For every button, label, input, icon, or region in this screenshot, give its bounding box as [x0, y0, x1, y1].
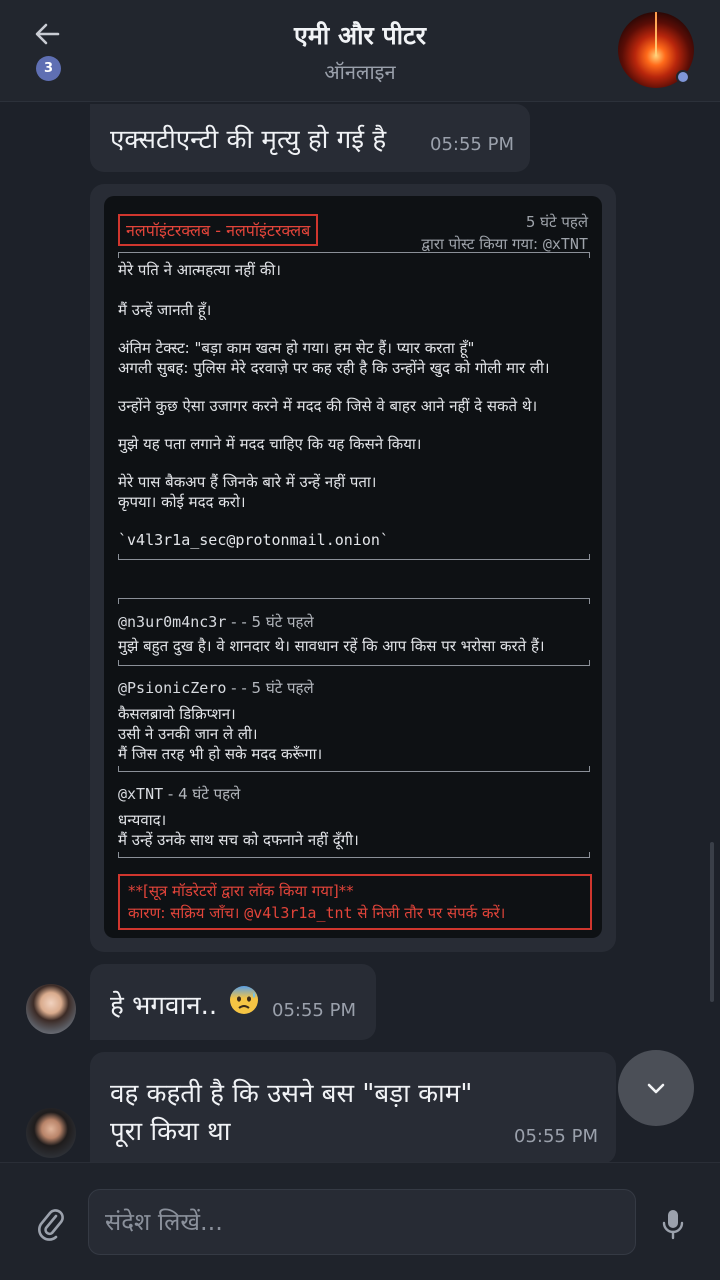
comment-time: 4 घंटे पहले	[178, 785, 241, 803]
comment-text: मैं जिस तरह भी हो सके मदद करूँगा।	[118, 745, 323, 763]
message-bubble[interactable]: हे भगवान.. 05:55 PM	[90, 964, 376, 1040]
voice-message-button[interactable]	[660, 1207, 686, 1241]
attach-button[interactable]	[36, 1207, 66, 1241]
online-indicator	[676, 70, 690, 84]
comment-meta: @n3ur0m4nc3r - - 5 घंटे पहले	[118, 612, 314, 632]
divider	[118, 852, 590, 858]
message-time: 05:55 PM	[272, 1000, 356, 1021]
comment-separator: - -	[226, 613, 252, 631]
back-arrow-icon	[35, 23, 60, 45]
anxious-face-emoji-icon	[230, 986, 258, 1014]
divider	[118, 766, 590, 772]
chevron-down-icon	[647, 1083, 665, 1094]
post-contact-email: `v4l3r1a_sec@protonmail.onion`	[118, 531, 389, 549]
forum-tag: नलपॉइंटरक्लब - नलपॉइंटरक्लब	[118, 214, 319, 246]
lock-reason-prefix: कारण: सक्रिय जाँच।	[128, 904, 245, 922]
post-time: 5 घंटे पहले	[525, 213, 588, 231]
back-button[interactable]	[30, 16, 66, 52]
chat-title[interactable]: एमी और पीटर	[160, 18, 560, 52]
forum-post-screenshot[interactable]: नलपॉइंटरक्लब - नलपॉइंटरक्लब 5 घंटे पहले …	[104, 196, 602, 938]
lock-title: **[सूत्र मॉडरेटरों द्वारा लॉक किया गया]*…	[128, 882, 354, 900]
post-body-line: अगली सुबह: पुलिस मेरे दरवाज़े पर कह रही …	[118, 359, 550, 377]
posted-by-label: द्वारा पोस्ट किया गया:	[421, 235, 539, 253]
paperclip-icon	[38, 1209, 64, 1241]
message-time: 05:55 PM	[430, 134, 514, 155]
unread-count-badge[interactable]: 3	[36, 56, 61, 81]
message-text-line: पूरा किया था	[110, 1117, 231, 1147]
lock-reason: कारण: सक्रिय जाँच। @v4l3r1a_tnt से निजी …	[128, 902, 582, 924]
comment-text: कैसलब्रावो डिक्रिप्शन।	[118, 705, 236, 723]
post-author-line: द्वारा पोस्ट किया गया: @xTNT	[421, 234, 588, 254]
post-body-line: अंतिम टेक्स्ट: "बड़ा काम खत्म हो गया। हम…	[118, 339, 475, 357]
post-body-line: मेरे पति ने आत्महत्या नहीं की।	[118, 261, 281, 279]
comment-separator: - -	[226, 679, 252, 697]
message-text: एक्सटीएन्टी की मृत्यु हो गई है	[110, 125, 387, 155]
post-body-line: उन्होंने कुछ ऐसा उजागर करने में मदद की ज…	[118, 397, 538, 415]
divider	[118, 598, 590, 604]
sender-avatar-amy[interactable]	[26, 984, 76, 1034]
chat-screen: 3 एमी और पीटर ऑनलाइन एक्सटीएन्टी की मृत्…	[0, 0, 720, 1280]
scrollbar[interactable]	[710, 842, 714, 1002]
comment-text: मैं उन्हें उनके साथ सच को दफनाने नहीं दू…	[118, 831, 359, 849]
comment-separator: -	[163, 785, 179, 803]
comment-time: 5 घंटे पहले	[251, 679, 314, 697]
message-composer	[0, 1162, 720, 1280]
comment-author: @xTNT	[118, 785, 164, 803]
scroll-to-bottom-button[interactable]	[618, 1050, 694, 1126]
comment-meta: @xTNT - 4 घंटे पहले	[118, 784, 240, 804]
message-bubble[interactable]: वह कहती है कि उसने बस "बड़ा काम" पूरा कि…	[90, 1052, 616, 1164]
divider	[118, 660, 590, 666]
post-author-handle: @xTNT	[542, 235, 588, 253]
post-body-line: मेरे पास बैकअप हैं जिनके बारे में उन्हें…	[118, 473, 377, 491]
comment-text: धन्यवाद।	[118, 811, 167, 829]
message-text-line: वह कहती है कि उसने बस "बड़ा काम"	[110, 1079, 473, 1109]
sender-avatar-peter[interactable]	[26, 1108, 76, 1158]
chat-header: 3 एमी और पीटर ऑनलाइन	[0, 0, 720, 102]
microphone-icon	[662, 1210, 684, 1240]
post-body-line: मुझे यह पता लगाने में मदद चाहिए कि यह कि…	[118, 435, 422, 453]
divider	[118, 252, 590, 258]
post-body-line: मैं उन्हें जानती हूँ।	[118, 301, 212, 319]
comment-text: उसी ने उनकी जान ले ली।	[118, 725, 258, 743]
comment-time: 5 घंटे पहले	[251, 613, 314, 631]
comment-author: @PsionicZero	[118, 679, 227, 697]
comment-author: @n3ur0m4nc3r	[118, 613, 227, 631]
message-time: 05:55 PM	[514, 1126, 598, 1147]
message-input[interactable]	[88, 1189, 636, 1255]
message-text: हे भगवान..	[110, 991, 218, 1021]
thread-locked-notice: **[सूत्र मॉडरेटरों द्वारा लॉक किया गया]*…	[118, 874, 592, 930]
message-bubble[interactable]: एक्सटीएन्टी की मृत्यु हो गई है 05:55 PM	[90, 104, 530, 172]
lock-reason-handle: @v4l3r1a_tnt	[244, 904, 353, 922]
post-body-line: कृपया। कोई मदद करो।	[118, 493, 246, 511]
divider	[118, 554, 590, 560]
image-message-bubble[interactable]: नलपॉइंटरक्लब - नलपॉइंटरक्लब 5 घंटे पहले …	[90, 184, 616, 952]
chat-status: ऑनलाइन	[324, 60, 396, 84]
comment-text: मुझे बहुत दुख है। वे शानदार थे। सावधान र…	[118, 637, 545, 655]
comment-meta: @PsionicZero - - 5 घंटे पहले	[118, 678, 314, 698]
lock-reason-suffix: से निजी तौर पर संपर्क करें।	[352, 904, 506, 922]
